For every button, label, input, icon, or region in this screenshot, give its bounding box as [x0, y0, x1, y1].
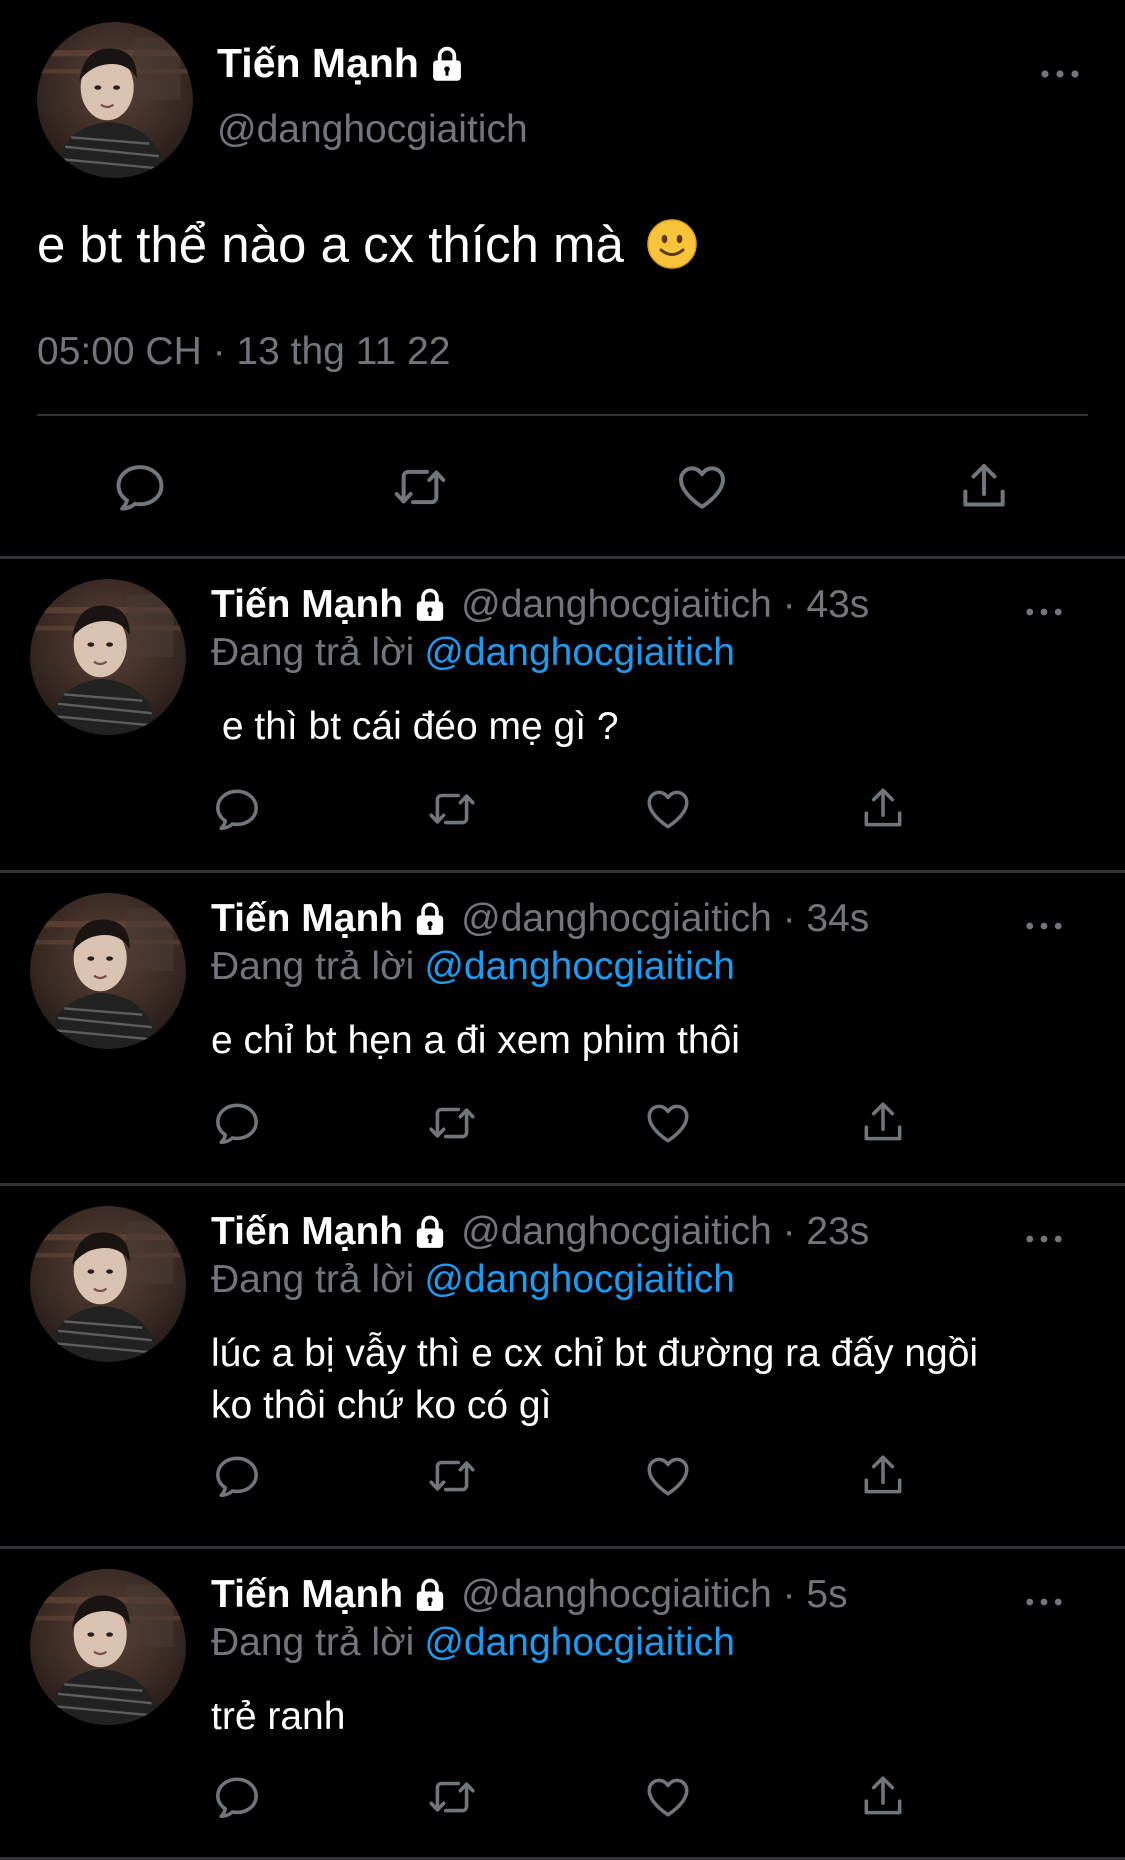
- reply-author-row: Tiến Mạnh @danghocgiaitich · 5s: [211, 1573, 848, 1617]
- mention-link[interactable]: @danghocgiaitich: [424, 1258, 735, 1301]
- reply-actions: [0, 784, 1125, 834]
- avatar-image: [30, 579, 186, 735]
- author-name[interactable]: Tiến Mạnh: [211, 897, 403, 941]
- lock-icon: [429, 45, 465, 83]
- like-icon[interactable]: [643, 1772, 693, 1822]
- retweet-icon[interactable]: [391, 459, 449, 515]
- share-icon[interactable]: [858, 1451, 908, 1501]
- retweet-icon[interactable]: [427, 1772, 477, 1822]
- reply-tweet[interactable]: Tiến Mạnh @danghocgiaitich · 5s Đang trả…: [0, 1549, 1125, 1860]
- more-icon[interactable]: [1025, 605, 1063, 619]
- replying-to: Đang trả lời @danghocgiaitich: [211, 1621, 735, 1665]
- divider: [37, 414, 1088, 416]
- replying-prefix: Đang trả lời: [211, 1258, 415, 1301]
- tweet-text-row: e bt thể nào a cx thích mà: [37, 215, 698, 274]
- share-icon[interactable]: [858, 1772, 908, 1822]
- reply-icon[interactable]: [212, 1451, 262, 1501]
- retweet-icon[interactable]: [427, 1098, 477, 1148]
- more-icon[interactable]: [1025, 919, 1063, 933]
- reply-tweet[interactable]: Tiến Mạnh @danghocgiaitich · 43s Đang tr…: [0, 559, 1125, 873]
- avatar-image: [30, 893, 186, 1049]
- author-name[interactable]: Tiến Mạnh: [211, 583, 403, 627]
- reply-icon[interactable]: [212, 1098, 262, 1148]
- lock-icon: [413, 1577, 447, 1613]
- avatar[interactable]: [30, 893, 186, 1049]
- share-icon[interactable]: [858, 1098, 908, 1148]
- reply-text: e chỉ bt hẹn a đi xem phim thôi: [211, 1019, 740, 1062]
- lock-icon: [413, 1214, 447, 1250]
- reply-text: lúc a bị vẫy thì e cx chỉ bt đường ra đấ…: [211, 1332, 979, 1427]
- avatar-image: [30, 1569, 186, 1725]
- more-icon[interactable]: [1040, 66, 1080, 82]
- more-icon[interactable]: [1025, 1232, 1063, 1246]
- replying-to: Đang trả lời @danghocgiaitich: [211, 631, 735, 675]
- author-name[interactable]: Tiến Mạnh: [217, 40, 419, 87]
- reply-icon[interactable]: [212, 1772, 262, 1822]
- author-name[interactable]: Tiến Mạnh: [211, 1573, 403, 1617]
- like-icon[interactable]: [643, 784, 693, 834]
- reply-actions: [0, 1098, 1125, 1148]
- like-icon[interactable]: [643, 1098, 693, 1148]
- author-handle-time: @danghocgiaitich · 43s: [461, 583, 870, 626]
- reply-author-row: Tiến Mạnh @danghocgiaitich · 34s: [211, 897, 869, 941]
- lock-icon: [413, 901, 447, 937]
- reply-actions: [0, 1772, 1125, 1822]
- avatar[interactable]: [30, 1206, 186, 1362]
- reply-icon[interactable]: [212, 784, 262, 834]
- lock-icon: [413, 587, 447, 623]
- mention-link[interactable]: @danghocgiaitich: [424, 1621, 735, 1664]
- retweet-icon[interactable]: [427, 784, 477, 834]
- author-name[interactable]: Tiến Mạnh: [211, 1210, 403, 1254]
- author-row: Tiến Mạnh: [217, 40, 465, 87]
- mention-link[interactable]: @danghocgiaitich: [424, 945, 735, 988]
- share-icon[interactable]: [858, 784, 908, 834]
- avatar[interactable]: [37, 22, 193, 178]
- avatar-image: [37, 22, 193, 178]
- reply-tweet[interactable]: Tiến Mạnh @danghocgiaitich · 23s Đang tr…: [0, 1186, 1125, 1549]
- author-handle[interactable]: @danghocgiaitich: [217, 108, 528, 152]
- main-tweet: Tiến Mạnh @danghocgiaitich e bt thể nào …: [0, 0, 1125, 559]
- mention-link[interactable]: @danghocgiaitich: [424, 631, 735, 674]
- author-handle-time: @danghocgiaitich · 5s: [461, 1573, 848, 1616]
- like-icon[interactable]: [673, 459, 731, 515]
- more-icon[interactable]: [1025, 1595, 1063, 1609]
- retweet-icon[interactable]: [427, 1451, 477, 1501]
- replying-prefix: Đang trả lời: [211, 1621, 415, 1664]
- reply-author-row: Tiến Mạnh @danghocgiaitich · 43s: [211, 583, 869, 627]
- tweet-text: e bt thể nào a cx thích mà: [37, 216, 624, 273]
- reply-actions: [0, 1451, 1125, 1501]
- reply-tweet[interactable]: Tiến Mạnh @danghocgiaitich · 34s Đang tr…: [0, 873, 1125, 1186]
- avatar[interactable]: [30, 1569, 186, 1725]
- slightly-smiling-face-icon: [647, 219, 697, 269]
- reply-author-row: Tiến Mạnh @danghocgiaitich · 23s: [211, 1210, 869, 1254]
- replying-prefix: Đang trả lời: [211, 945, 415, 988]
- author-handle-time: @danghocgiaitich · 34s: [461, 897, 870, 940]
- tweet-timestamp[interactable]: 05:00 CH · 13 thg 11 22: [37, 330, 450, 374]
- share-icon[interactable]: [955, 459, 1013, 515]
- reply-icon[interactable]: [111, 459, 169, 515]
- replying-to: Đang trả lời @danghocgiaitich: [211, 945, 735, 989]
- avatar[interactable]: [30, 579, 186, 735]
- author-handle-time: @danghocgiaitich · 23s: [461, 1210, 870, 1253]
- reply-text: trẻ ranh: [211, 1695, 346, 1738]
- replying-prefix: Đang trả lời: [211, 631, 415, 674]
- reply-text: e thì bt cái đéo mẹ gì ?: [211, 705, 619, 748]
- like-icon[interactable]: [643, 1451, 693, 1501]
- avatar-image: [30, 1206, 186, 1362]
- tweet-actions: [0, 459, 1125, 515]
- replying-to: Đang trả lời @danghocgiaitich: [211, 1258, 735, 1302]
